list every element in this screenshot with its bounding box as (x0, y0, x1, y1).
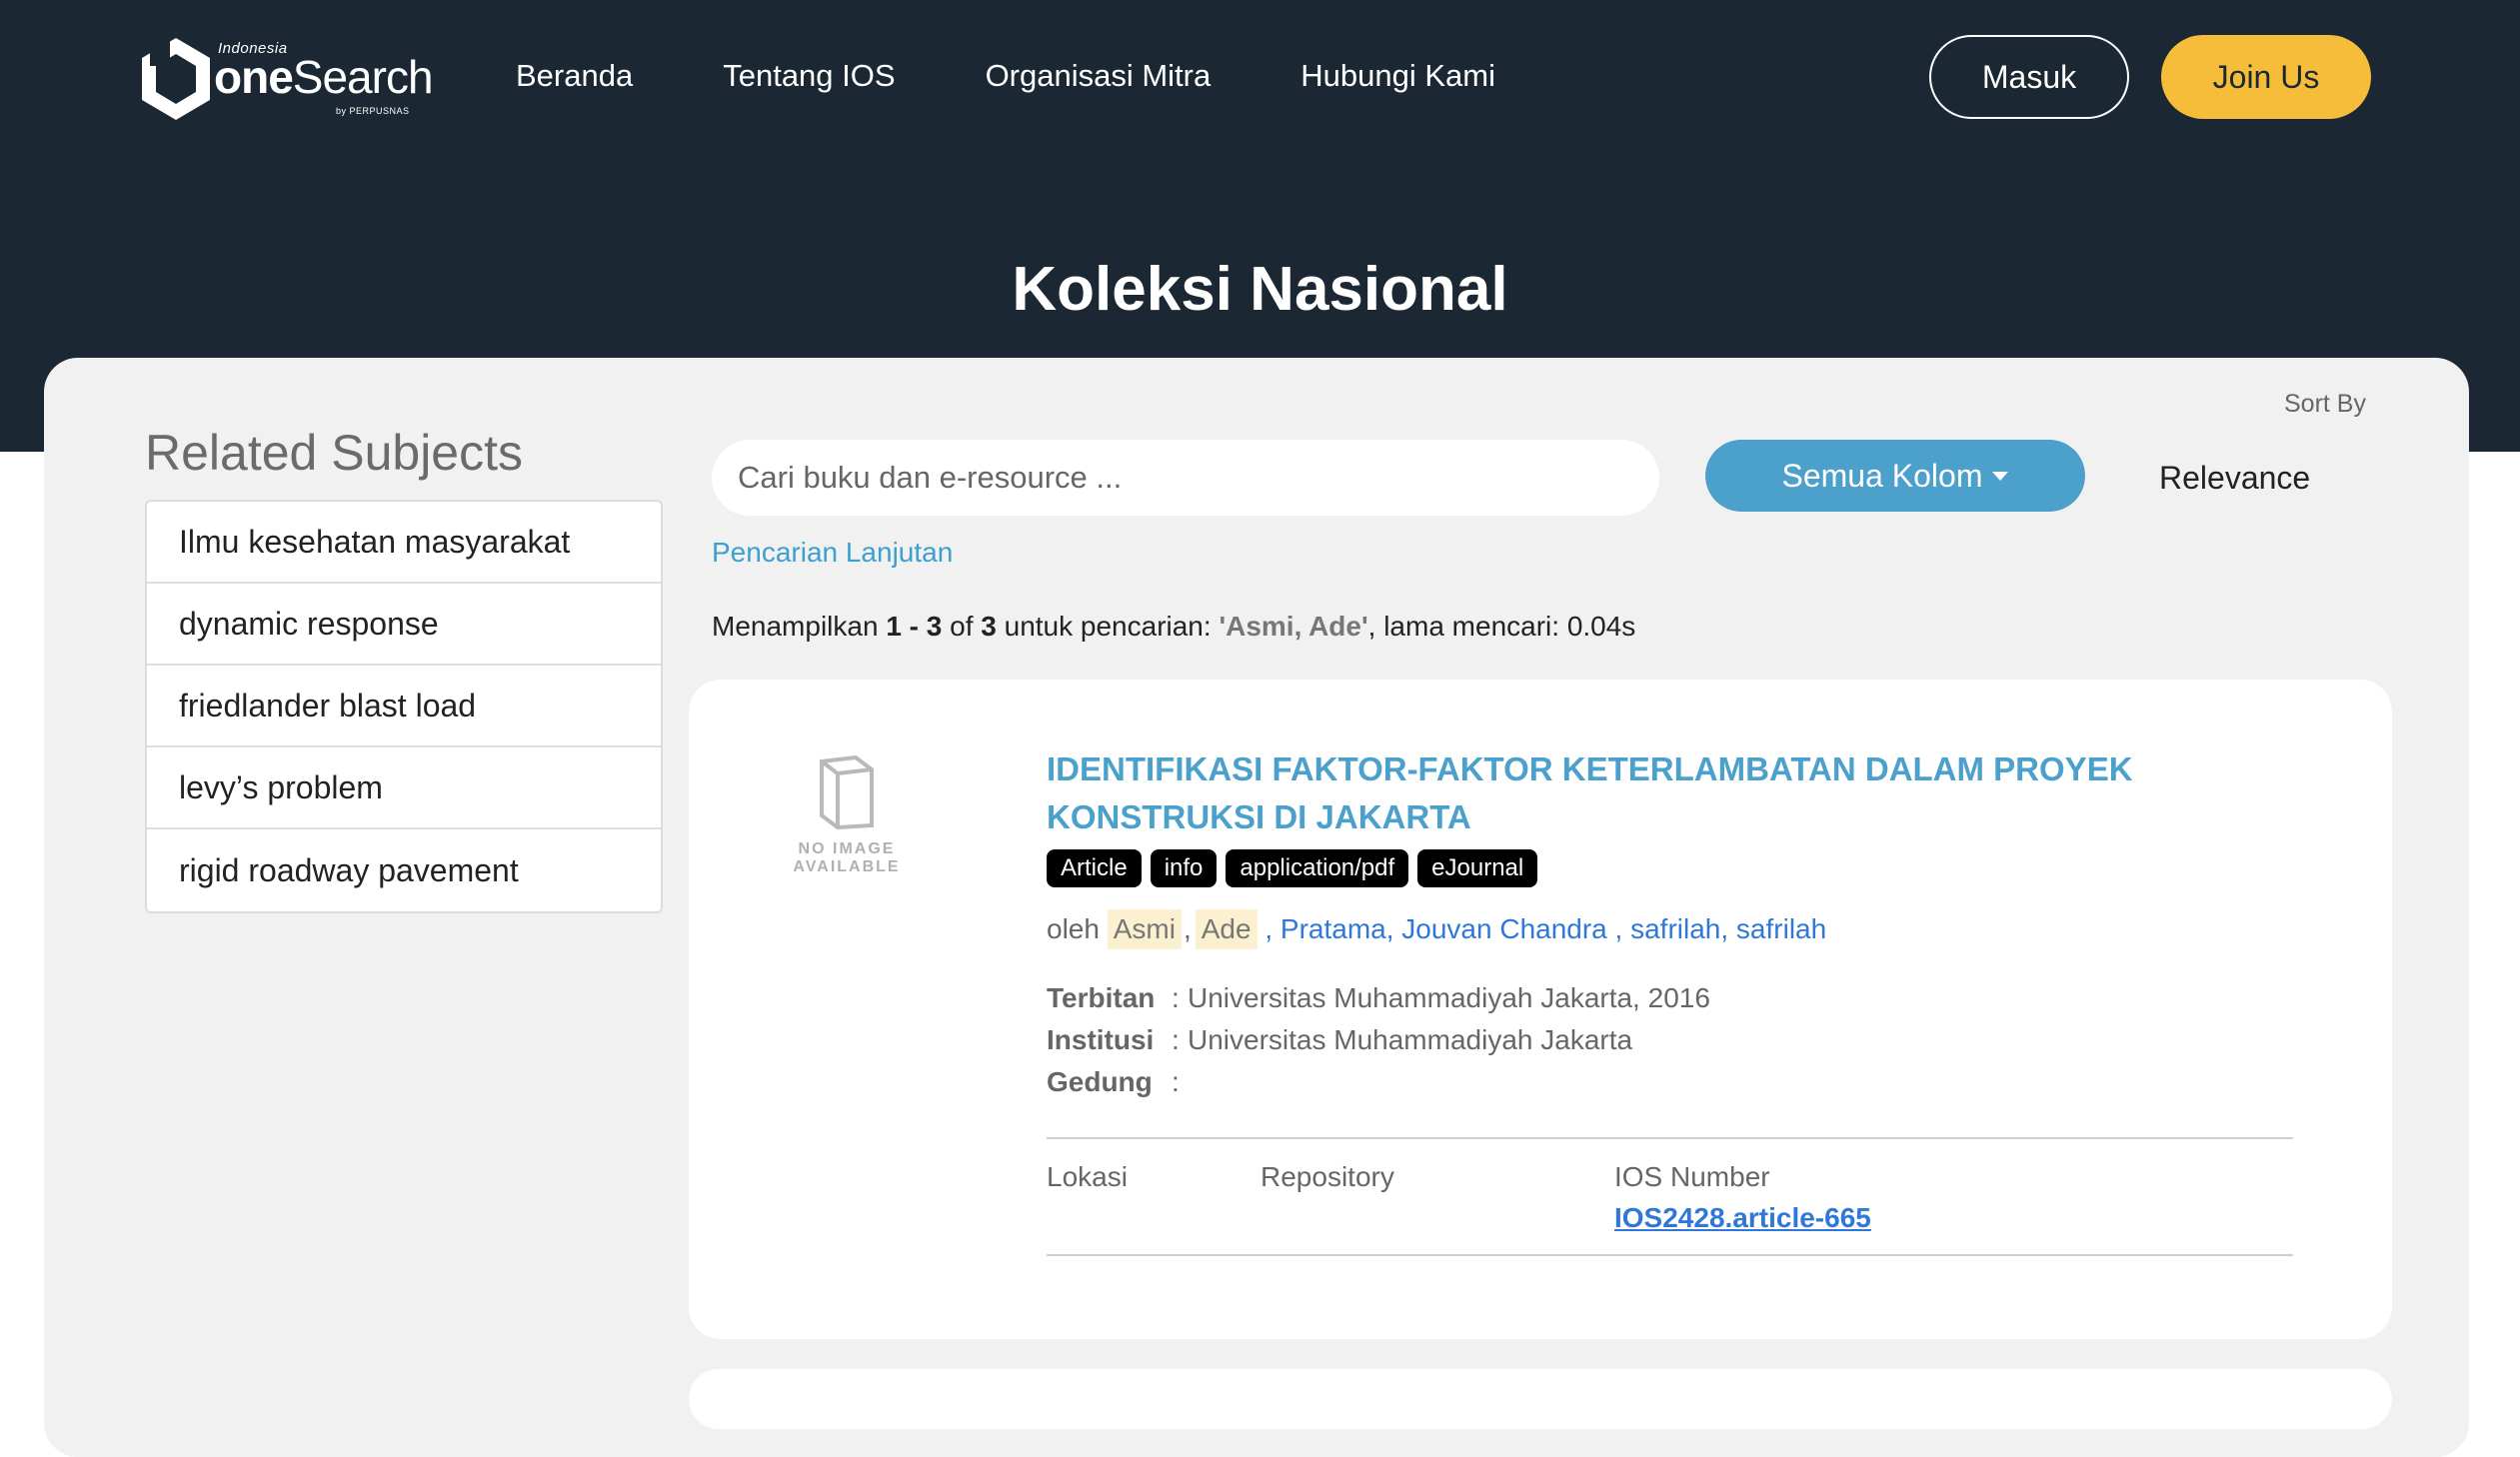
related-subject-item[interactable]: levy’s problem (147, 747, 661, 829)
related-subject-item[interactable]: dynamic response (147, 584, 661, 666)
nav-beranda[interactable]: Beranda (516, 58, 633, 94)
onesearch-logo-icon (142, 36, 210, 120)
author-link[interactable]: , Pratama, Jouvan Chandra (1264, 913, 1606, 945)
caret-down-icon (1992, 471, 2009, 481)
badge-info: info (1150, 849, 1218, 887)
sort-by-label: Sort By (2284, 390, 2366, 418)
login-button[interactable]: Masuk (1929, 35, 2129, 119)
result-authors: oleh Asmi, Ade , Pratama, Jouvan Chandra… (1047, 909, 1826, 949)
divider (1047, 1254, 2293, 1256)
book-icon (820, 754, 874, 830)
badge-article: Article (1047, 849, 1142, 887)
no-image-placeholder: NO IMAGE AVAILABLE (792, 754, 902, 895)
nav-tentang-ios[interactable]: Tentang IOS (723, 58, 895, 94)
related-subjects-title: Related Subjects (145, 425, 524, 481)
repository-label: Repository (1260, 1161, 1394, 1192)
ios-number-label: IOS Number (1614, 1161, 1770, 1192)
logo-brand: oneSearch (214, 51, 434, 103)
related-subject-item[interactable]: rigid roadway pavement (147, 829, 661, 911)
badge-format: application/pdf (1226, 849, 1409, 887)
onesearch-logo[interactable]: Indonesia oneSearch by PERPUSNAS (140, 36, 434, 122)
related-subject-item[interactable]: friedlander blast load (147, 666, 661, 747)
no-image-text: NO IMAGE (798, 840, 896, 857)
author-highlight[interactable]: Ade (1195, 909, 1258, 949)
search-input[interactable] (712, 440, 1659, 516)
column-filter-label: Semua Kolom (1781, 457, 1983, 494)
advanced-search-link[interactable]: Pencarian Lanjutan (712, 537, 953, 569)
nav-organisasi-mitra[interactable]: Organisasi Mitra (986, 58, 1212, 94)
result-meta: Terbitan: Universitas Muhammadiyah Jakart… (1047, 982, 1710, 1108)
sort-select[interactable]: Relevance (2159, 460, 2310, 497)
main-nav: Beranda Tentang IOS Organisasi Mitra Hub… (516, 58, 1585, 94)
results-summary: Menampilkan 1 - 3 of 3 untuk pencarian: … (712, 611, 1636, 642)
related-subjects-list: Ilmu kesehatan masyarakat dynamic respon… (145, 500, 663, 913)
badge-ejournal: eJournal (1417, 849, 1538, 887)
meta-row-institusi: Institusi: Universitas Muhammadiyah Jakar… (1047, 1024, 1633, 1055)
lokasi-label: Lokasi (1047, 1161, 1128, 1192)
meta-row-gedung: Gedung: (1047, 1066, 1180, 1097)
authors-by-label: oleh (1047, 913, 1100, 944)
ios-number-link[interactable]: IOS2428.article-665 (1614, 1202, 1871, 1234)
result-title-link[interactable]: IDENTIFIKASI FAKTOR-FAKTOR KETERLAMBATAN… (1047, 745, 2176, 841)
nav-hubungi-kami[interactable]: Hubungi Kami (1300, 58, 1495, 94)
related-subject-item[interactable]: Ilmu kesehatan masyarakat (147, 502, 661, 584)
logo-bottom-text: by PERPUSNAS (336, 106, 410, 116)
result-badges: Article info application/pdf eJournal (1047, 849, 1538, 887)
column-filter-dropdown[interactable]: Semua Kolom (1705, 440, 2085, 512)
join-us-button[interactable]: Join Us (2161, 35, 2371, 119)
author-link[interactable]: , safrilah, safrilah (1615, 913, 1827, 945)
page-title: Koleksi Nasional (1012, 255, 1508, 324)
meta-row-terbitan: Terbitan: Universitas Muhammadiyah Jakart… (1047, 982, 1710, 1013)
author-highlight[interactable]: Asmi (1107, 909, 1182, 949)
no-image-text: AVAILABLE (793, 858, 901, 875)
divider (1047, 1137, 2293, 1139)
result-card (689, 1369, 2392, 1429)
